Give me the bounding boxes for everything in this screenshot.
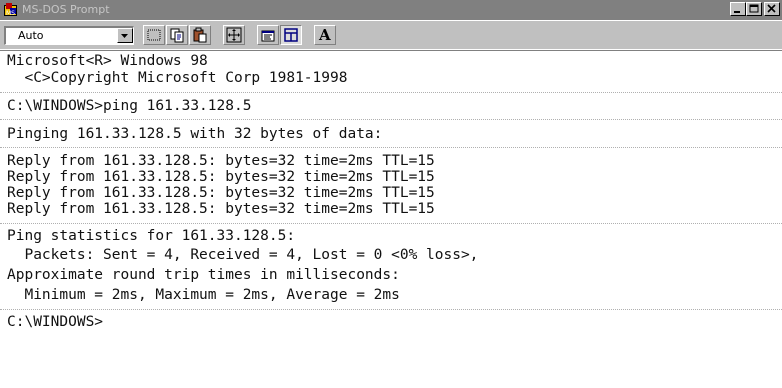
- maximize-icon: [749, 4, 759, 13]
- console-line: Minimum = 2ms, Maximum = 2ms, Average = …: [7, 287, 400, 303]
- svg-text:MS: MS: [6, 10, 15, 17]
- console-line: Reply from 161.33.128.5: bytes=32 time=2…: [7, 153, 435, 169]
- mark-button[interactable]: [143, 25, 165, 45]
- font-size-select[interactable]: Auto: [4, 26, 134, 45]
- background-icon: [284, 28, 298, 42]
- paste-button[interactable]: [189, 25, 211, 45]
- full-screen-button[interactable]: [223, 25, 245, 45]
- command-prompt: C:\WINDOWS>: [7, 314, 104, 330]
- mark-icon: [147, 29, 161, 41]
- paste-icon: [193, 27, 207, 43]
- window-title: MS-DOS Prompt: [22, 3, 110, 16]
- dropdown-arrow-button[interactable]: [117, 28, 133, 43]
- minimize-icon: [734, 11, 740, 13]
- console-line: Packets: Sent = 4, Received = 4, Lost = …: [7, 247, 479, 263]
- console-line: Microsoft<R> Windows 98: [7, 53, 208, 69]
- close-icon: [767, 4, 776, 13]
- console-line: Ping statistics for 161.33.128.5:: [7, 228, 296, 244]
- separator: [0, 309, 782, 310]
- copy-button[interactable]: [166, 25, 188, 45]
- minimize-button[interactable]: [730, 2, 746, 16]
- separator: [0, 92, 782, 93]
- console-line: Reply from 161.33.128.5: bytes=32 time=2…: [7, 185, 435, 201]
- ms-dos-icon[interactable]: MS: [3, 2, 19, 18]
- background-button[interactable]: [280, 25, 302, 45]
- separator: [0, 147, 782, 148]
- maximize-button[interactable]: [746, 2, 762, 16]
- chevron-down-icon: [121, 34, 128, 38]
- console-line: <C>Copyright Microsoft Corp 1981-1998: [7, 70, 348, 86]
- properties-icon: [261, 30, 275, 42]
- copy-icon: [170, 28, 184, 43]
- font-icon: A: [319, 26, 331, 44]
- font-size-value: Auto: [18, 29, 44, 42]
- console-line: Reply from 161.33.128.5: bytes=32 time=2…: [7, 169, 435, 185]
- toolbar: Auto A: [0, 20, 782, 49]
- console-line: Approximate round trip times in millisec…: [7, 267, 400, 283]
- close-button[interactable]: [764, 2, 780, 16]
- title-bar[interactable]: MS MS-DOS Prompt: [0, 0, 782, 20]
- properties-button[interactable]: [257, 25, 279, 45]
- separator: [0, 119, 782, 120]
- console-line: Pinging 161.33.128.5 with 32 bytes of da…: [7, 126, 383, 142]
- console-line: Reply from 161.33.128.5: bytes=32 time=2…: [7, 201, 435, 217]
- separator: [0, 223, 782, 224]
- console-output[interactable]: Microsoft<R> Windows 98 <C>Copyright Mic…: [0, 50, 782, 388]
- console-line: C:\WINDOWS>ping 161.33.128.5: [7, 98, 252, 114]
- full-screen-icon: [226, 27, 242, 43]
- font-button[interactable]: A: [314, 25, 336, 45]
